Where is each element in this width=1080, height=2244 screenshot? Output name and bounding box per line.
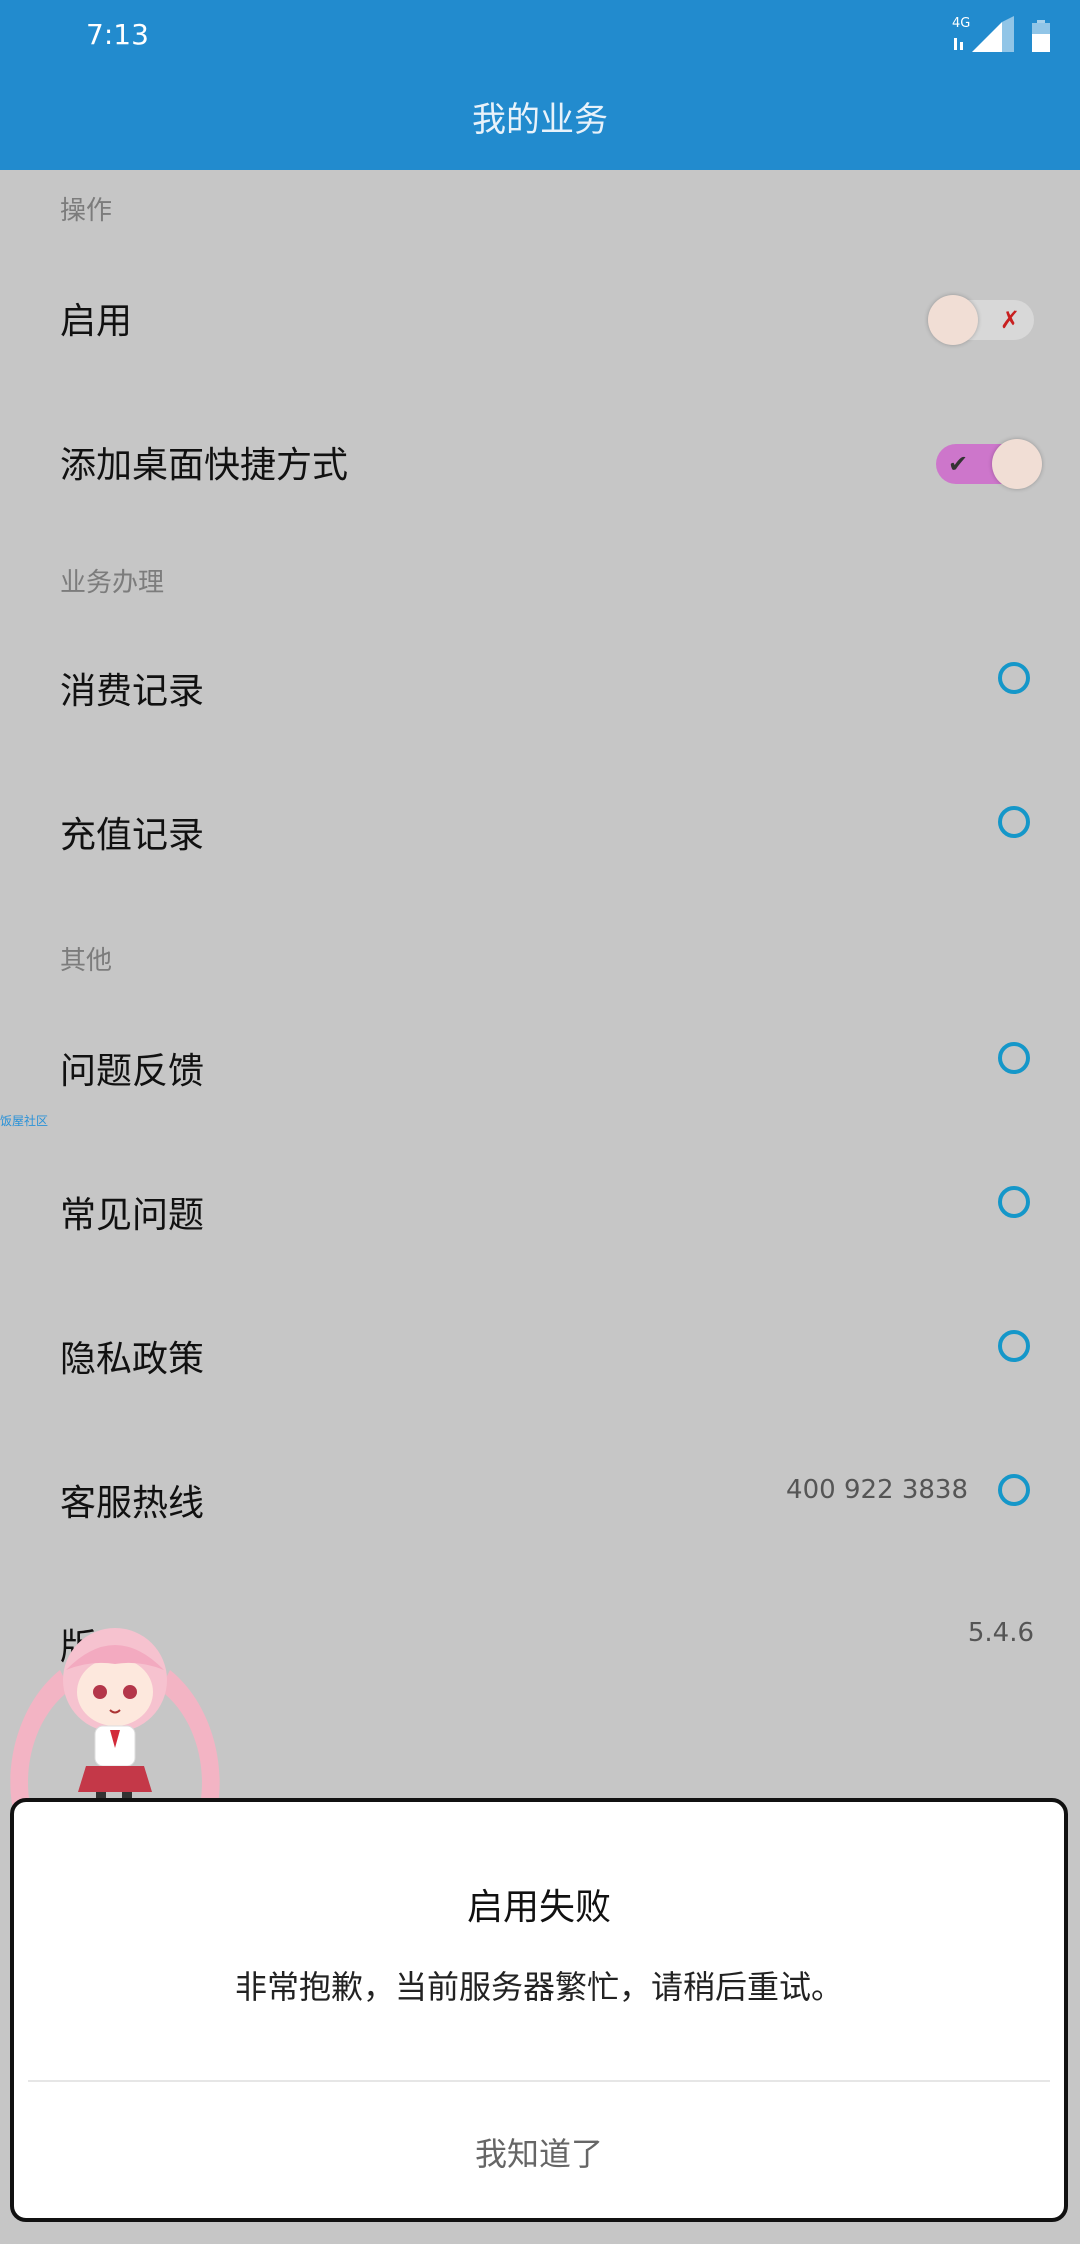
section-header-other: 其他 <box>60 946 113 976</box>
watermark-text: 饭屋社区 <box>0 1114 49 1128</box>
error-dialog: 启用失败 非常抱歉，当前服务器繁忙，请稍后重试。 我知道了 <box>10 1798 1068 2222</box>
toggle-knob-avatar-icon <box>992 439 1042 489</box>
dialog-title: 启用失败 <box>466 1887 611 1928</box>
row-hotline[interactable]: 客服热线 400 922 3838 <box>0 1444 1080 1554</box>
dialog-ok-button[interactable]: 我知道了 <box>14 2092 1064 2212</box>
status-time: 7:13 <box>86 18 149 51</box>
ring-icon <box>998 1474 1030 1506</box>
row-label: 消费记录 <box>60 671 205 712</box>
row-feedback[interactable]: 问题反馈 <box>0 1012 1080 1122</box>
row-label: 启用 <box>60 301 133 342</box>
row-label: 常见问题 <box>60 1195 205 1236</box>
row-privacy[interactable]: 隐私政策 <box>0 1300 1080 1410</box>
ring-icon <box>998 1330 1030 1362</box>
version-value: 5.4.6 <box>967 1618 1034 1648</box>
row-label: 添加桌面快捷方式 <box>60 445 349 486</box>
ring-icon <box>998 806 1030 838</box>
dialog-divider <box>28 2080 1050 2082</box>
signal-icon: 4G <box>952 16 1016 56</box>
cross-icon: ✗ <box>999 306 1020 334</box>
row-consumption[interactable]: 消费记录 <box>0 632 1080 742</box>
shortcut-toggle[interactable]: ✔ <box>936 439 1042 489</box>
app-bar: 7:13 4G 我的业务 <box>0 0 1080 170</box>
dialog-message: 非常抱歉，当前服务器繁忙，请稍后重试。 <box>234 1968 843 2006</box>
row-label: 客服热线 <box>60 1483 205 1524</box>
toggle-knob-avatar-icon <box>928 295 978 345</box>
row-faq[interactable]: 常见问题 <box>0 1156 1080 1266</box>
hotline-number: 400 922 3838 <box>786 1475 968 1505</box>
row-recharge[interactable]: 充值记录 <box>0 776 1080 886</box>
page-title: 我的业务 <box>472 100 608 140</box>
ring-icon <box>998 1042 1030 1074</box>
row-label: 充值记录 <box>60 815 205 856</box>
row-label: 问题反馈 <box>60 1051 205 1092</box>
section-header-business: 业务办理 <box>60 568 165 598</box>
row-enable[interactable]: 启用 ✗ <box>0 262 1080 372</box>
section-header-operate: 操作 <box>60 196 113 226</box>
enable-toggle[interactable]: ✗ <box>928 295 1034 345</box>
ring-icon <box>998 662 1030 694</box>
check-icon: ✔ <box>948 450 969 478</box>
row-label: 隐私政策 <box>60 1339 205 1380</box>
status-icons: 4G <box>952 16 1050 56</box>
screen: 7:13 4G 我的业务 操作 启用 ✗ 添加桌面快捷方式 ✔ 业务办理 消费记… <box>0 0 1080 2244</box>
battery-icon <box>1032 20 1050 52</box>
row-shortcut[interactable]: 添加桌面快捷方式 ✔ <box>0 406 1080 516</box>
ring-icon <box>998 1186 1030 1218</box>
